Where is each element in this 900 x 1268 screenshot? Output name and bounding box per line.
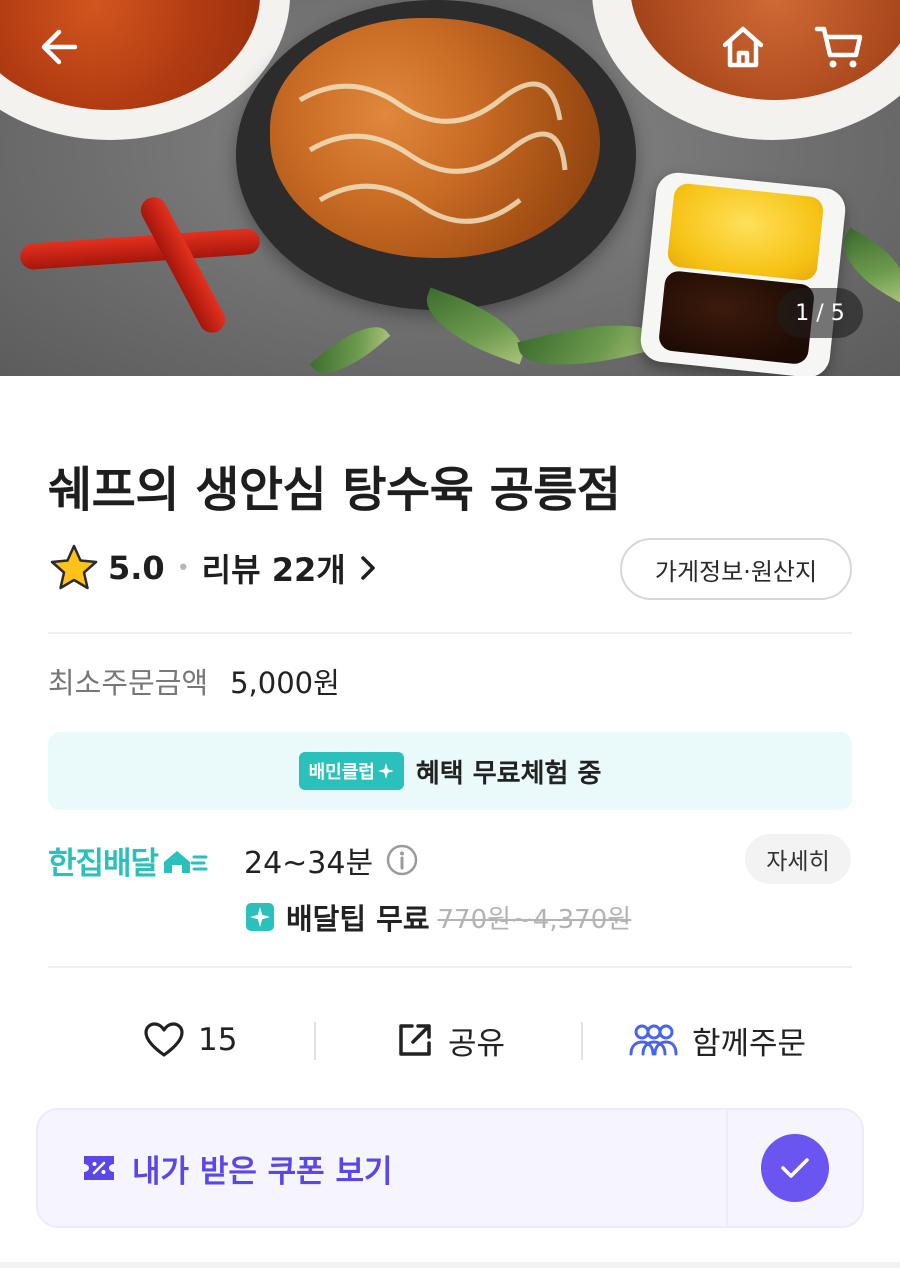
action-divider [581, 1022, 583, 1060]
divider [48, 966, 852, 968]
coupon-check-button[interactable] [726, 1108, 864, 1228]
info-icon[interactable] [385, 843, 419, 877]
store-name: 쉐프의 생안심 탕수육 공릉점 [48, 462, 621, 518]
check-circle [761, 1134, 829, 1202]
back-button[interactable] [34, 22, 84, 72]
home-icon [722, 26, 764, 68]
share-label: 공유 [448, 1025, 506, 1062]
delivery-tip-row: 배달팁 무료 770원~4,370원 [246, 896, 631, 938]
heart-icon [144, 1022, 184, 1057]
separator-dot: • [176, 555, 190, 581]
pickled-radish [666, 182, 825, 282]
star-icon [50, 544, 98, 590]
min-order-value: 5,000원 [230, 666, 340, 700]
coupon-view-button[interactable]: 내가 받은 쿠폰 보기 [36, 1108, 728, 1228]
baemin-club-badge: 배민클럽 [298, 752, 404, 790]
club-benefit-text: 혜택 무료체험 중 [415, 758, 602, 789]
divider [48, 632, 852, 634]
club-sparkle-icon [246, 903, 274, 931]
rating-value: 5.0 [108, 549, 165, 587]
action-bar: 15 공유 함께주문 [0, 1004, 900, 1076]
rating-row: 5.0 • 리뷰 22개 [48, 540, 376, 596]
pickle-sauce-dish [638, 170, 848, 376]
review-link[interactable]: 리뷰 22개 [202, 545, 376, 591]
leaf [309, 312, 391, 376]
home-button[interactable] [718, 22, 768, 72]
min-order-label: 최소주문금액 [48, 666, 209, 700]
share-button[interactable]: 공유 [396, 1004, 505, 1076]
baemin-club-banner[interactable]: 배민클럽 혜택 무료체험 중 [48, 732, 852, 810]
delivery-tip-original: 770원~4,370원 [437, 904, 632, 935]
group-order-label: 함께주문 [692, 1025, 807, 1062]
delivery-tip-label: 배달팁 무료 [286, 902, 430, 936]
like-button[interactable]: 15 [144, 1004, 237, 1076]
like-count: 15 [198, 1022, 238, 1058]
house-speed-icon [164, 850, 208, 873]
delivery-time-value: 24~34분 [244, 846, 374, 881]
red-pepper [136, 192, 230, 338]
delivery-type: 한집배달 [48, 838, 208, 883]
group-users-icon [629, 1024, 678, 1056]
club-badge-label: 배민클럽 [308, 762, 375, 783]
chevron-right-icon [360, 556, 375, 580]
cart-button[interactable] [814, 22, 864, 72]
store-photo[interactable]: 1 / 5 [0, 0, 900, 376]
delivery-detail-button[interactable]: 자세히 [745, 834, 851, 884]
section-divider [0, 1262, 900, 1268]
mayo-drizzle [298, 81, 568, 224]
delivery-type-label: 한집배달 [48, 846, 159, 882]
delivery-time: 24~34분 [244, 838, 419, 882]
share-icon [399, 1024, 431, 1056]
red-pepper [19, 227, 261, 271]
check-icon [781, 1158, 809, 1178]
coupon-icon [84, 1156, 114, 1180]
cart-icon [814, 26, 863, 68]
coupon-label: 내가 받은 쿠폰 보기 [132, 1153, 393, 1190]
min-order-row: 최소주문금액 5,000원 [48, 660, 340, 702]
group-order-button[interactable]: 함께주문 [628, 1004, 806, 1076]
sparkle-icon [377, 763, 394, 779]
action-divider [314, 1022, 316, 1060]
review-label: 리뷰 22개 [201, 551, 346, 589]
photo-counter: 1 / 5 [777, 288, 863, 338]
store-info-button[interactable]: 가게정보·원산지 [620, 538, 852, 600]
arrow-left-icon [41, 29, 78, 65]
